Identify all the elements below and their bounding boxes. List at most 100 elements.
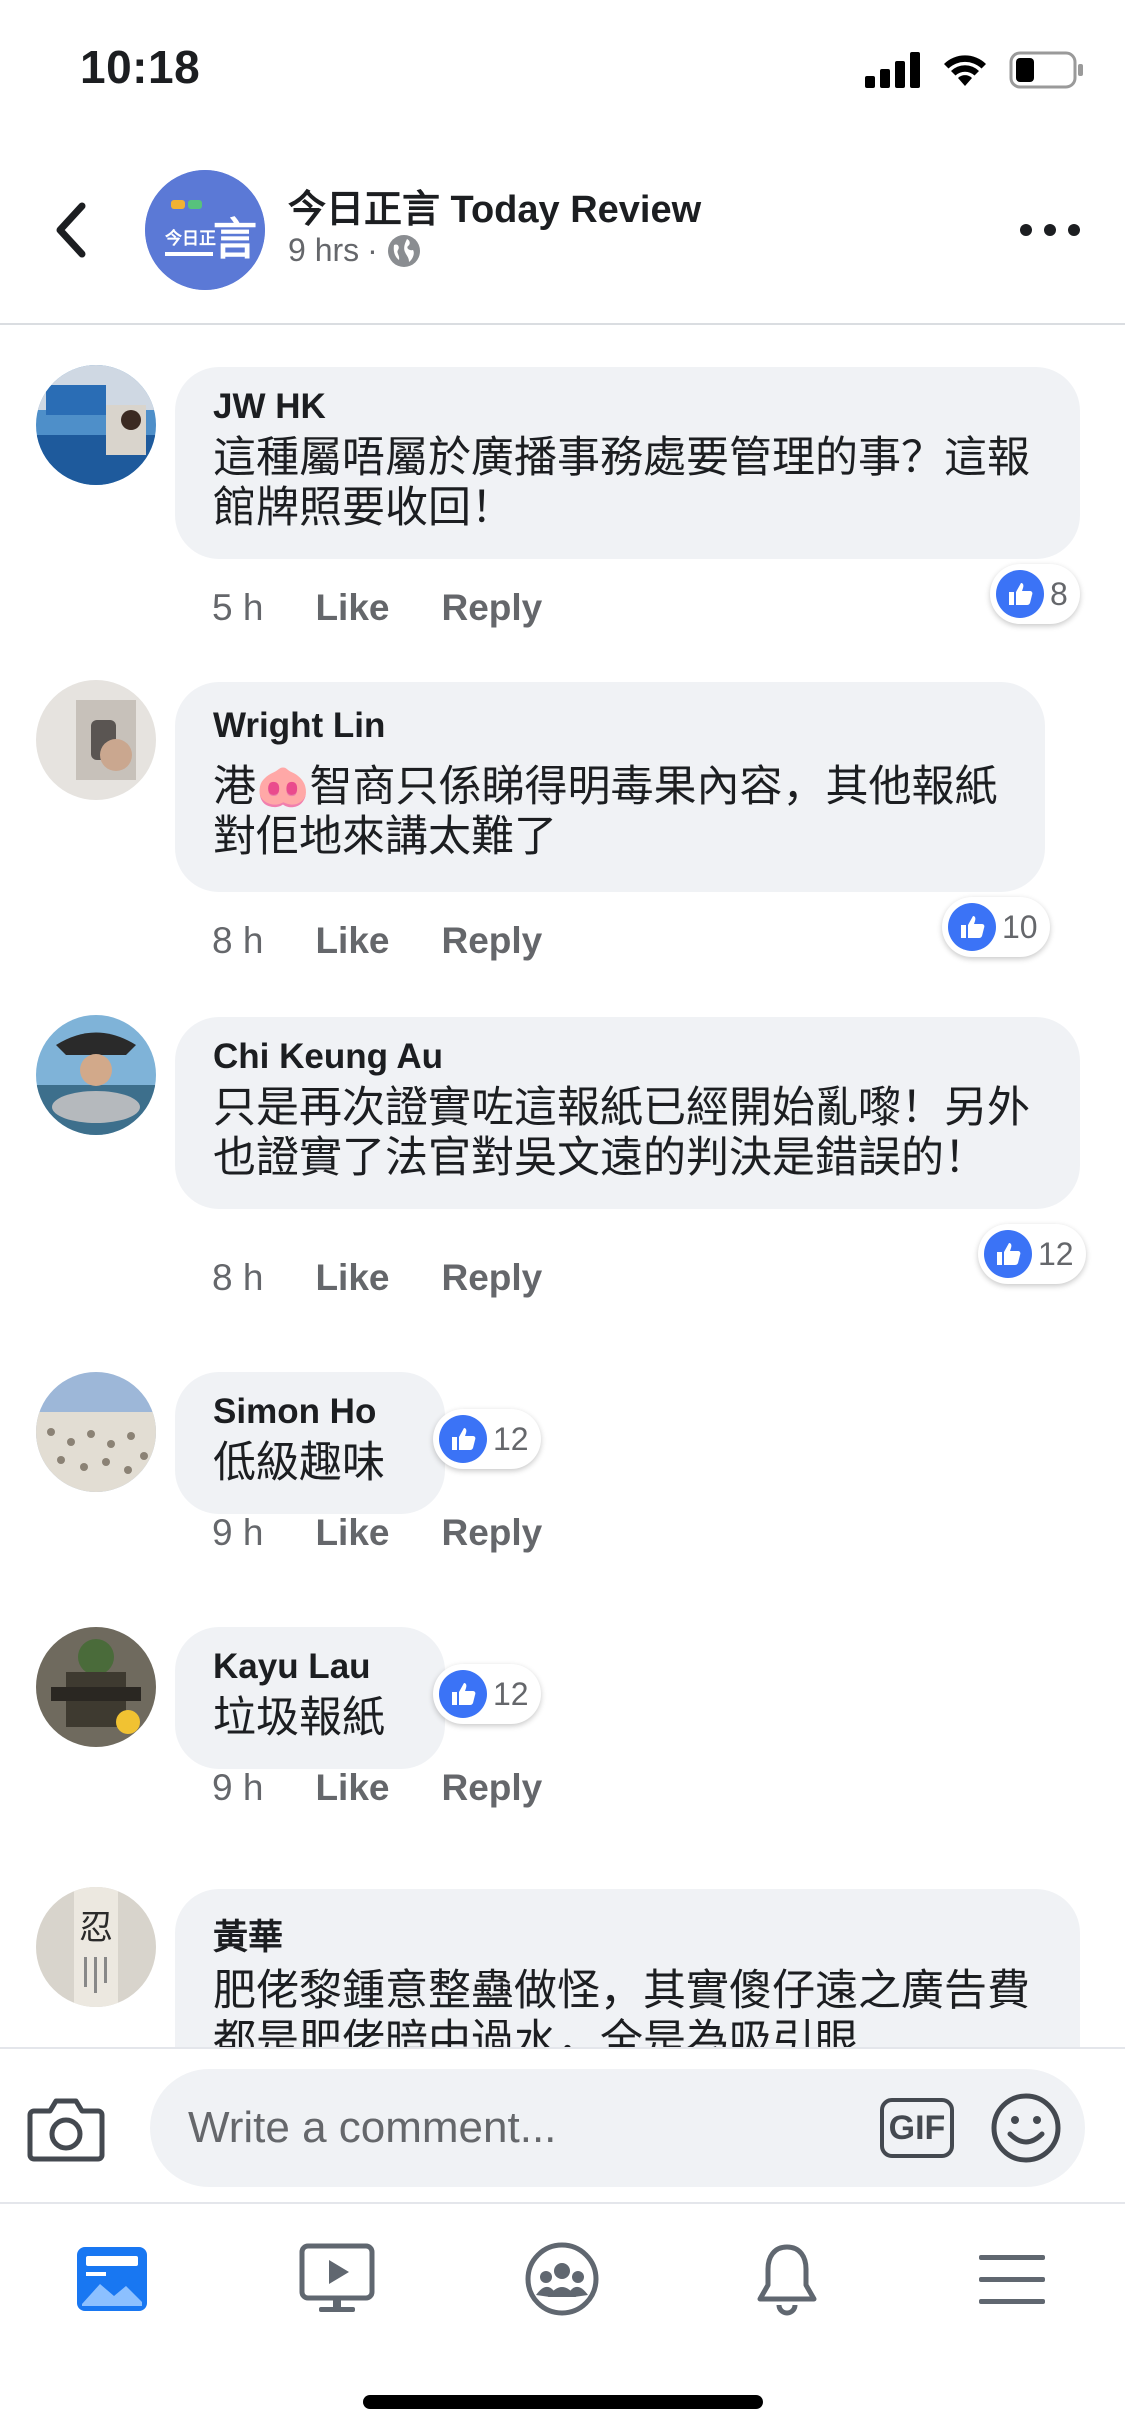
comment-bubble[interactable]: Simon Ho 低級趣味	[175, 1372, 445, 1514]
commenter-avatar[interactable]	[36, 1627, 156, 1747]
tab-menu[interactable]	[967, 2234, 1057, 2324]
gif-button[interactable]: GIF	[880, 2098, 954, 2158]
emoji-button[interactable]	[990, 2092, 1062, 2164]
like-button[interactable]: Like	[315, 1767, 389, 1809]
comment-actions: 8 h Like Reply	[212, 920, 542, 962]
comment-author[interactable]: 黃華	[213, 1909, 1042, 1960]
comment-time: 8 h	[212, 920, 264, 961]
post-comments-screen: 10:18 今日正 言 今日正言 Today Review 9 hrs · JW…	[0, 0, 1125, 2436]
reaction-count-badge[interactable]: 8	[990, 564, 1080, 624]
status-time: 10:18	[80, 41, 201, 93]
comment-actions: 9 h Like Reply	[212, 1767, 542, 1809]
tab-groups[interactable]	[517, 2234, 607, 2324]
commenter-avatar[interactable]	[36, 365, 156, 485]
like-button[interactable]: Like	[315, 1512, 389, 1554]
reply-button[interactable]: Reply	[441, 1257, 542, 1299]
thumbs-up-icon	[439, 1415, 487, 1463]
commenter-avatar[interactable]	[36, 680, 156, 800]
more-options-button[interactable]	[1020, 210, 1080, 250]
comment-composer: GIF	[0, 2047, 1125, 2202]
cellular-signal-icon	[865, 52, 920, 88]
comment-text: 低級趣味	[213, 1439, 385, 1487]
comment-time: 8 h	[212, 1257, 264, 1298]
wifi-icon	[944, 55, 986, 86]
comment-author[interactable]: Simon Ho	[213, 1392, 407, 1432]
comment-bubble[interactable]: Kayu Lau 垃圾報紙	[175, 1627, 445, 1769]
thumbs-up-icon	[948, 903, 996, 951]
comment-author[interactable]: Chi Keung Au	[213, 1037, 1042, 1077]
smiley-icon	[991, 2093, 1061, 2163]
reaction-count: 8	[1050, 575, 1068, 612]
comment-text: 肥佬黎鍾意整蠱做怪，其實傻仔遠之廣告費都是肥佬暗中過水，全是為吸引眼	[213, 1967, 1030, 2047]
comment-time: 9 h	[212, 1512, 264, 1553]
thumbs-up-icon	[996, 570, 1044, 618]
page-name[interactable]: 今日正言 Today Review	[288, 178, 701, 233]
like-button[interactable]: Like	[315, 587, 389, 629]
page-avatar[interactable]: 今日正 言	[145, 170, 265, 290]
comment-time: 5 h	[212, 587, 264, 628]
thumbs-up-icon	[439, 1670, 487, 1718]
reply-button[interactable]: Reply	[441, 1767, 542, 1809]
comments-list: JW HK 這種屬唔屬於廣播事務處要管理的事？這報館牌照要收回！ 8 5 h L…	[0, 327, 1125, 2047]
news-feed-icon	[77, 2247, 147, 2311]
watch-video-icon	[299, 2243, 375, 2312]
comment-text: 只是再次證實咗這報紙已經開始亂嚟！另外也證實了法官對吳文遠的判決是錯誤的！	[213, 1084, 1030, 1182]
comment-bubble[interactable]: Wright Lin 港🐽智商只係睇得明毒果內容，其他報紙對佢地來講太難了	[175, 682, 1045, 892]
commenter-avatar[interactable]	[36, 1372, 156, 1492]
like-button[interactable]: Like	[315, 1257, 389, 1299]
back-button[interactable]	[40, 195, 100, 265]
thumbs-up-icon	[984, 1230, 1032, 1278]
chevron-left-icon	[56, 202, 86, 258]
post-meta: 9 hrs ·	[288, 232, 422, 269]
tab-notifications[interactable]	[742, 2234, 832, 2324]
svg-text:今日正: 今日正	[165, 228, 216, 249]
reply-button[interactable]: Reply	[441, 1512, 542, 1554]
status-bar: 10:18	[0, 0, 1125, 140]
reaction-count-badge[interactable]: 10	[942, 897, 1050, 957]
comment-author[interactable]: Wright Lin	[213, 706, 1007, 746]
post-time: 9 hrs	[288, 232, 360, 268]
commenter-avatar[interactable]	[36, 1015, 156, 1135]
comment-actions: 9 h Like Reply	[212, 1512, 542, 1554]
camera-button[interactable]	[26, 2093, 106, 2163]
comment-author[interactable]: JW HK	[213, 387, 1042, 427]
reaction-count-badge[interactable]: 12	[433, 1664, 541, 1724]
globe-icon	[387, 234, 420, 267]
comment-bubble[interactable]: JW HK 這種屬唔屬於廣播事務處要管理的事？這報館牌照要收回！	[175, 367, 1080, 559]
reaction-count: 12	[493, 1420, 529, 1457]
more-icon	[1020, 224, 1032, 236]
reaction-count: 10	[1002, 908, 1038, 945]
reaction-count: 12	[1038, 1235, 1074, 1272]
tab-watch[interactable]	[292, 2234, 382, 2324]
tab-news-feed[interactable]	[67, 2234, 157, 2324]
comment-text: 垃圾報紙	[213, 1694, 385, 1742]
meta-separator: ·	[367, 232, 378, 268]
status-icons	[865, 48, 1085, 92]
comment-author[interactable]: Kayu Lau	[213, 1647, 407, 1687]
post-header: 今日正 言 今日正言 Today Review 9 hrs ·	[0, 140, 1125, 325]
menu-icon	[979, 2255, 1045, 2304]
comment-bubble[interactable]: Chi Keung Au 只是再次證實咗這報紙已經開始亂嚟！另外也證實了法官對吳…	[175, 1017, 1080, 1209]
reply-button[interactable]: Reply	[441, 587, 542, 629]
camera-icon	[27, 2098, 105, 2162]
notifications-bell-icon	[757, 2244, 817, 2316]
home-indicator[interactable]	[363, 2395, 763, 2409]
comment-actions: 8 h Like Reply	[212, 1257, 542, 1299]
battery-icon	[1009, 51, 1083, 89]
groups-icon	[525, 2242, 599, 2316]
comment-bubble[interactable]: 黃華 肥佬黎鍾意整蠱做怪，其實傻仔遠之廣告費都是肥佬暗中過水，全是為吸引眼	[175, 1889, 1080, 2047]
reaction-count-badge[interactable]: 12	[433, 1409, 541, 1469]
pig-nose-emoji: 🐽	[256, 763, 310, 811]
page-logo: 今日正 言	[145, 170, 265, 290]
comment-time: 9 h	[212, 1767, 264, 1808]
reply-button[interactable]: Reply	[441, 920, 542, 962]
reaction-count-badge[interactable]: 12	[978, 1224, 1086, 1284]
comment-actions: 5 h Like Reply	[212, 587, 542, 629]
like-button[interactable]: Like	[315, 920, 389, 962]
comment-text: 港🐽智商只係睇得明毒果內容，其他報紙對佢地來講太難了	[213, 763, 998, 861]
svg-text:言: 言	[213, 214, 257, 265]
comment-text: 這種屬唔屬於廣播事務處要管理的事？這報館牌照要收回！	[213, 434, 1030, 532]
commenter-avatar[interactable]: 忍	[36, 1887, 156, 2007]
reaction-count: 12	[493, 1675, 529, 1712]
svg-text:忍: 忍	[79, 1908, 113, 1948]
